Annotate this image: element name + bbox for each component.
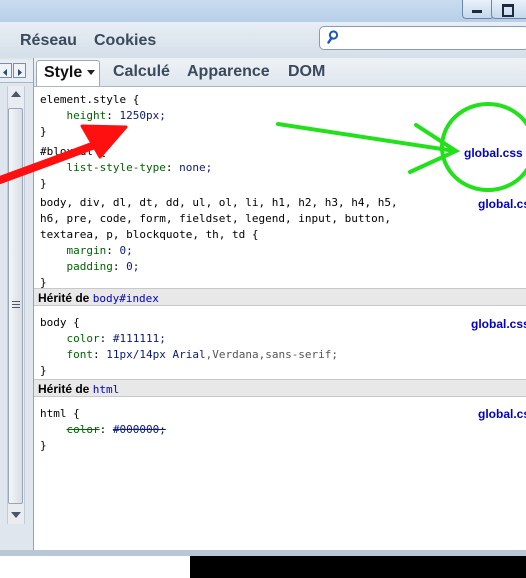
green-arrow-icon	[276, 122, 461, 174]
green-circle-icon	[440, 102, 526, 192]
annotation-overlay	[0, 102, 526, 192]
red-arrow-icon	[0, 124, 128, 184]
